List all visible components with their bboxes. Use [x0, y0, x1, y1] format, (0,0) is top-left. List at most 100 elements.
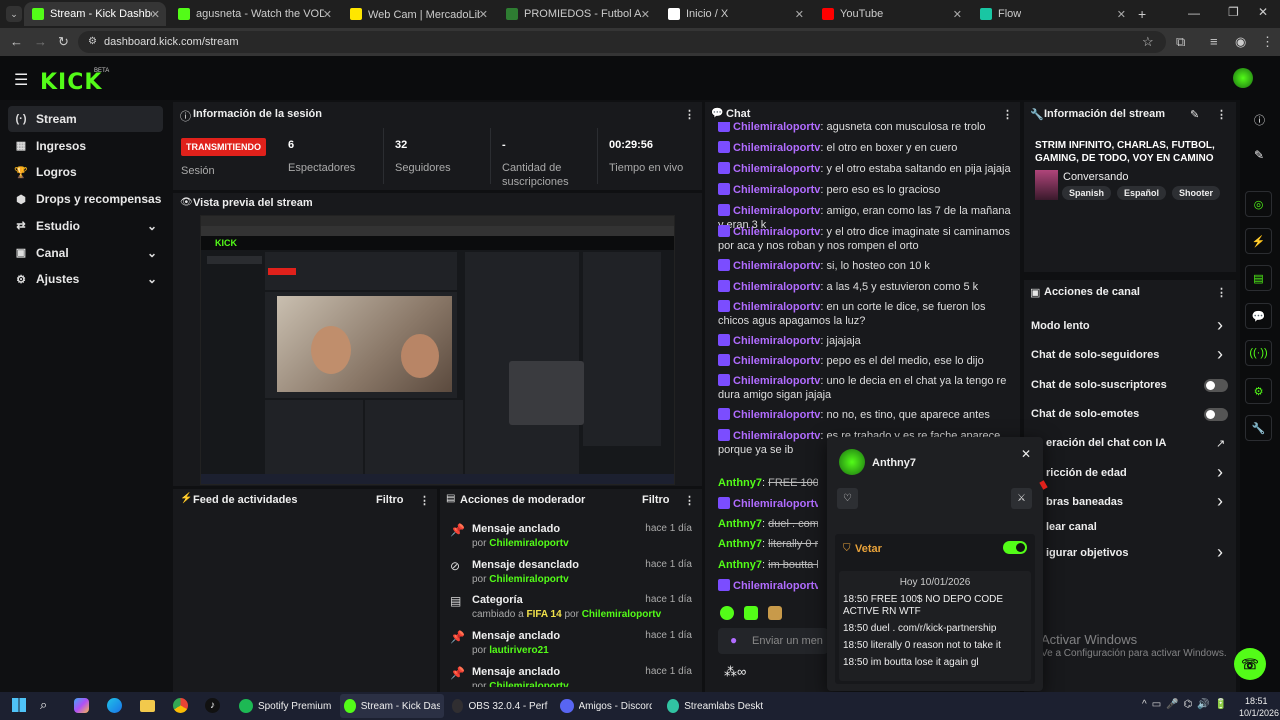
copilot-icon[interactable]	[74, 698, 89, 713]
chat-message[interactable]: Chilemiraloportv: agusneta con musculosa…	[718, 122, 1013, 134]
chevron-right-icon[interactable]: ›	[1217, 491, 1223, 512]
channel-action-configurar-objetivos[interactable]: igurar objetivos	[1046, 547, 1129, 559]
chat-message[interactable]: Chilemiraloportv: pero eso es lo gracios…	[718, 183, 1013, 197]
explorer-icon[interactable]	[140, 700, 155, 712]
chat-username[interactable]: Chilemiraloportv	[733, 142, 820, 154]
chat-input[interactable]: ● Enviar un men	[718, 628, 828, 654]
chat-message[interactable]: Chilemiraloportv: y el otro dice imagina…	[718, 225, 1013, 253]
chat-message[interactable]: Chilemiraloportv: el otro en boxer y en …	[718, 141, 1013, 155]
mod-action-user[interactable]: lautirivero21	[489, 645, 548, 656]
chevron-right-icon[interactable]: ›	[1217, 462, 1223, 483]
mic-icon[interactable]: ●	[730, 633, 737, 647]
tiktok-icon[interactable]: ♪	[205, 698, 220, 713]
clock-time[interactable]: 18:51	[1245, 696, 1268, 706]
chat-username[interactable]: Chilemiraloportv	[733, 355, 820, 367]
chat-rail-icon[interactable]: 💬	[1245, 303, 1272, 329]
chat-username[interactable]: Anthny7	[718, 477, 762, 489]
chat-message[interactable]: Chilemiraloportv: y el otro estaba salta…	[718, 162, 1013, 176]
edit-pencil-icon[interactable]: ✎	[1190, 108, 1199, 121]
edit-rail-icon[interactable]: ✎	[1254, 148, 1264, 162]
channel-action-chat-de-solo-emotes[interactable]: Chat de solo-emotes	[1031, 408, 1139, 420]
stream-info-menu-icon[interactable]: ⋮	[1216, 108, 1227, 121]
support-chat-button[interactable]: ☏	[1234, 648, 1266, 680]
taskbar-app[interactable]: Amigos - Discord	[556, 694, 656, 718]
channel-actions-menu-icon[interactable]: ⋮	[1216, 286, 1227, 299]
taskbar-app[interactable]: OBS 32.0.4 - Perfil: ...	[448, 694, 552, 718]
chat-username[interactable]: Chilemiraloportv	[733, 122, 820, 133]
chat-message[interactable]: Chilemiraloportv: pepo es el del medio, …	[718, 354, 1013, 368]
stream-tag[interactable]: Shooter	[1172, 186, 1221, 200]
chat-username[interactable]: Anthny7	[718, 518, 762, 530]
chat-username[interactable]: Chilemiraloportv	[733, 375, 820, 387]
mod-action-user[interactable]: FIFA 14	[526, 609, 561, 620]
stream-tag[interactable]: Español	[1117, 186, 1167, 200]
chat-username[interactable]: Chilemiraloportv	[733, 281, 820, 293]
windows-start-icon[interactable]	[12, 698, 26, 712]
chat-message-deleted[interactable]: Chilemiraloportv: si	[718, 579, 818, 593]
chat-username[interactable]: Chilemiraloportv	[733, 184, 820, 196]
emote-icon[interactable]	[768, 606, 782, 620]
chat-message[interactable]: Chilemiraloportv: uno le decia en el cha…	[718, 374, 1013, 402]
chevron-right-icon[interactable]: ›	[1217, 315, 1223, 336]
chat-message-deleted[interactable]: Anthny7: duel . com/r/kick	[718, 517, 818, 531]
stream-category[interactable]: Conversando	[1063, 171, 1128, 183]
chat-menu-icon[interactable]: ⋮	[1002, 108, 1013, 121]
chat-username[interactable]: Anthny7	[718, 538, 762, 550]
chat-username[interactable]: Chilemiraloportv	[733, 430, 820, 442]
chat-username[interactable]: Chilemiraloportv	[733, 498, 818, 510]
chat-username[interactable]: Chilemiraloportv	[733, 580, 818, 592]
chat-message-deleted[interactable]: Chilemiraloportv: fe	[718, 497, 818, 511]
doc-rail-icon[interactable]: ▤	[1245, 265, 1272, 291]
mod-sword-button[interactable]: ⚔	[1011, 488, 1032, 509]
emote-icon[interactable]	[744, 606, 758, 620]
chat-message[interactable]: Chilemiraloportv: a las 4,5 y estuvieron…	[718, 280, 1013, 294]
broadcast-rail-icon[interactable]: ((·))	[1245, 340, 1272, 366]
toggle-switch[interactable]	[1204, 408, 1228, 421]
chat-message[interactable]: Chilemiraloportv: no no, es tino, que ap…	[718, 408, 1013, 422]
chat-username[interactable]: Chilemiraloportv	[733, 205, 820, 217]
mod-rail-icon[interactable]: ⚙	[1245, 378, 1272, 404]
chat-username[interactable]: Chilemiraloportv	[733, 163, 820, 175]
chat-username[interactable]: Chilemiraloportv	[733, 260, 820, 272]
close-icon[interactable]: ✕	[1021, 447, 1031, 461]
taskbar-app[interactable]: Streamlabs Desktop	[663, 694, 767, 718]
edge-icon[interactable]	[107, 698, 122, 713]
chevron-right-icon[interactable]: ›	[1217, 542, 1223, 563]
external-link-icon[interactable]: ↗	[1216, 437, 1225, 450]
search-icon[interactable]: ⌕	[40, 697, 47, 713]
chat-message-deleted[interactable]: Anthny7: literally 0 reas	[718, 537, 818, 551]
toggle-switch[interactable]	[1204, 379, 1228, 392]
chat-message[interactable]: Chilemiraloportv: jajajaja	[718, 334, 1013, 348]
info-rail-icon[interactable]: ⓘ	[1254, 112, 1265, 128]
veto-toggle[interactable]	[1003, 541, 1027, 554]
tray-icons[interactable]: ^▭🎤⌬🔊🔋	[1142, 699, 1232, 710]
chat-message-deleted[interactable]: Anthny7: im boutta lose	[718, 558, 818, 572]
chat-username[interactable]: Chilemiraloportv	[733, 301, 820, 313]
chat-message-deleted[interactable]: Anthny7: FREE 100$ NO	[718, 476, 818, 490]
channel-action-chat-de-solo-suscriptores[interactable]: Chat de solo-suscriptores	[1031, 379, 1167, 391]
chat-message[interactable]: Chilemiraloportv: si, lo hosteo con 10 k	[718, 259, 1013, 273]
chat-username[interactable]: Chilemiraloportv	[733, 409, 820, 421]
channel-action-vaciar-canal[interactable]: lear canal	[1046, 521, 1097, 533]
chat-username[interactable]: Chilemiraloportv	[733, 226, 820, 238]
points-icon[interactable]: ⁂∞	[724, 664, 746, 680]
follow-heart-button[interactable]: ♡	[837, 488, 858, 509]
emote-icon[interactable]	[720, 606, 734, 620]
chrome-icon[interactable]	[173, 698, 188, 713]
camera-rail-icon[interactable]: ◎	[1245, 191, 1272, 217]
channel-action-palabras-baneadas[interactable]: bras baneadas	[1046, 496, 1123, 508]
bolt-rail-icon[interactable]: ⚡	[1245, 228, 1272, 254]
chevron-right-icon[interactable]: ›	[1217, 344, 1223, 365]
taskbar-app[interactable]: Spotify Premium	[235, 694, 335, 718]
wrench-rail-icon[interactable]: 🔧	[1245, 415, 1272, 441]
taskbar-app[interactable]: Stream - Kick Dash...	[340, 694, 444, 718]
mod-action-user2[interactable]: Chilemiraloportv	[582, 609, 661, 620]
stream-tag[interactable]: Spanish	[1062, 186, 1112, 200]
chat-username[interactable]: Chilemiraloportv	[733, 335, 820, 347]
chat-username[interactable]: Anthny7	[718, 559, 762, 571]
channel-action-moderaci-n-del-chat-con-ia[interactable]: eración del chat con IA	[1046, 437, 1166, 449]
chat-message[interactable]: Chilemiraloportv: en un corte le dice, s…	[718, 300, 1013, 328]
channel-action-restricci-n-de-edad[interactable]: ricción de edad	[1046, 467, 1127, 479]
clock-date[interactable]: 10/1/2026	[1239, 708, 1279, 718]
channel-action-modo-lento[interactable]: Modo lento	[1031, 320, 1090, 332]
